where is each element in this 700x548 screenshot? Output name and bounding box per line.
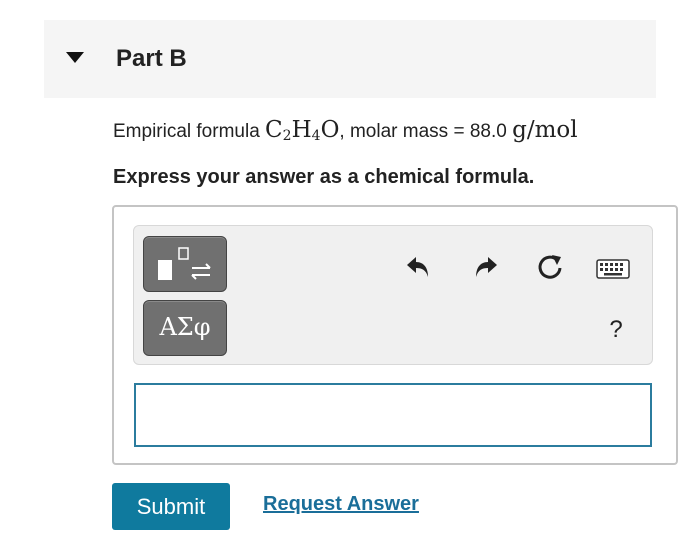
question-prefix: Empirical formula xyxy=(113,121,266,142)
math-toolbar: ΑΣφ ? xyxy=(133,225,653,365)
request-answer-link[interactable]: Request Answer xyxy=(263,493,419,516)
empirical-formula: C2H4O xyxy=(265,117,340,144)
symbols-label: ΑΣφ xyxy=(159,313,211,341)
question-separator: , molar mass = xyxy=(339,121,470,142)
reset-icon[interactable] xyxy=(535,252,565,282)
symbols-button[interactable]: ΑΣφ xyxy=(143,300,227,356)
keyboard-icon[interactable] xyxy=(596,259,630,279)
molar-mass-unit: g/mol xyxy=(512,117,578,143)
redo-icon[interactable] xyxy=(472,254,498,280)
question-text: Empirical formula C2H4O, molar mass = 88… xyxy=(113,117,578,144)
submit-button[interactable]: Submit xyxy=(112,483,230,530)
templates-button[interactable] xyxy=(143,236,227,292)
templates-icon xyxy=(158,247,211,280)
formula-h: H xyxy=(291,117,312,143)
formula-c-subscript: 2 xyxy=(282,128,292,144)
undo-icon[interactable] xyxy=(406,254,432,280)
collapse-triangle-icon[interactable] xyxy=(66,52,84,63)
molar-mass-value: 88.0 xyxy=(469,121,507,142)
answer-panel: ΑΣφ ? xyxy=(112,205,678,465)
answer-input[interactable] xyxy=(134,383,652,447)
help-button[interactable]: ? xyxy=(604,316,628,344)
formula-h-subscript: 4 xyxy=(311,128,321,144)
formula-c: C xyxy=(265,117,283,143)
instruction-text: Express your answer as a chemical formul… xyxy=(113,166,535,188)
part-title: Part B xyxy=(116,45,187,72)
part-header: Part B xyxy=(44,20,656,98)
formula-o: O xyxy=(320,117,340,143)
